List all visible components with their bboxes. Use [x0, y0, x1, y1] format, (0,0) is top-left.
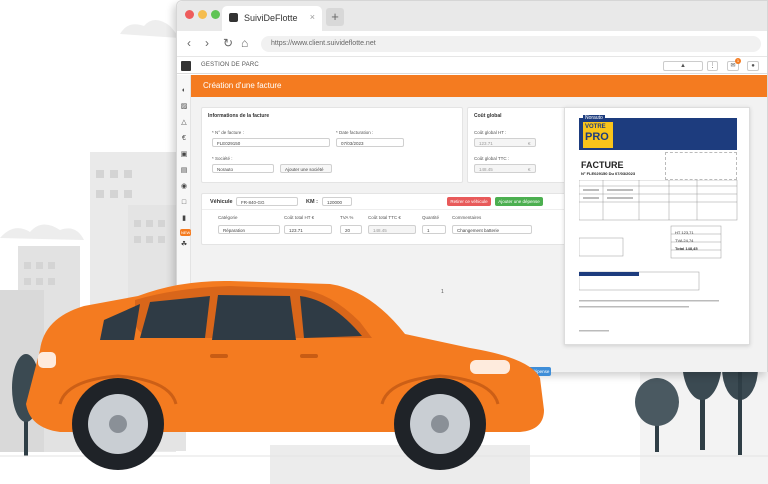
car-icon	[26, 280, 544, 470]
scene: SuiviDeFlotte × + ‹ › ↻ ⌂ https://www.cl…	[0, 0, 768, 484]
car-illustration	[26, 280, 544, 470]
